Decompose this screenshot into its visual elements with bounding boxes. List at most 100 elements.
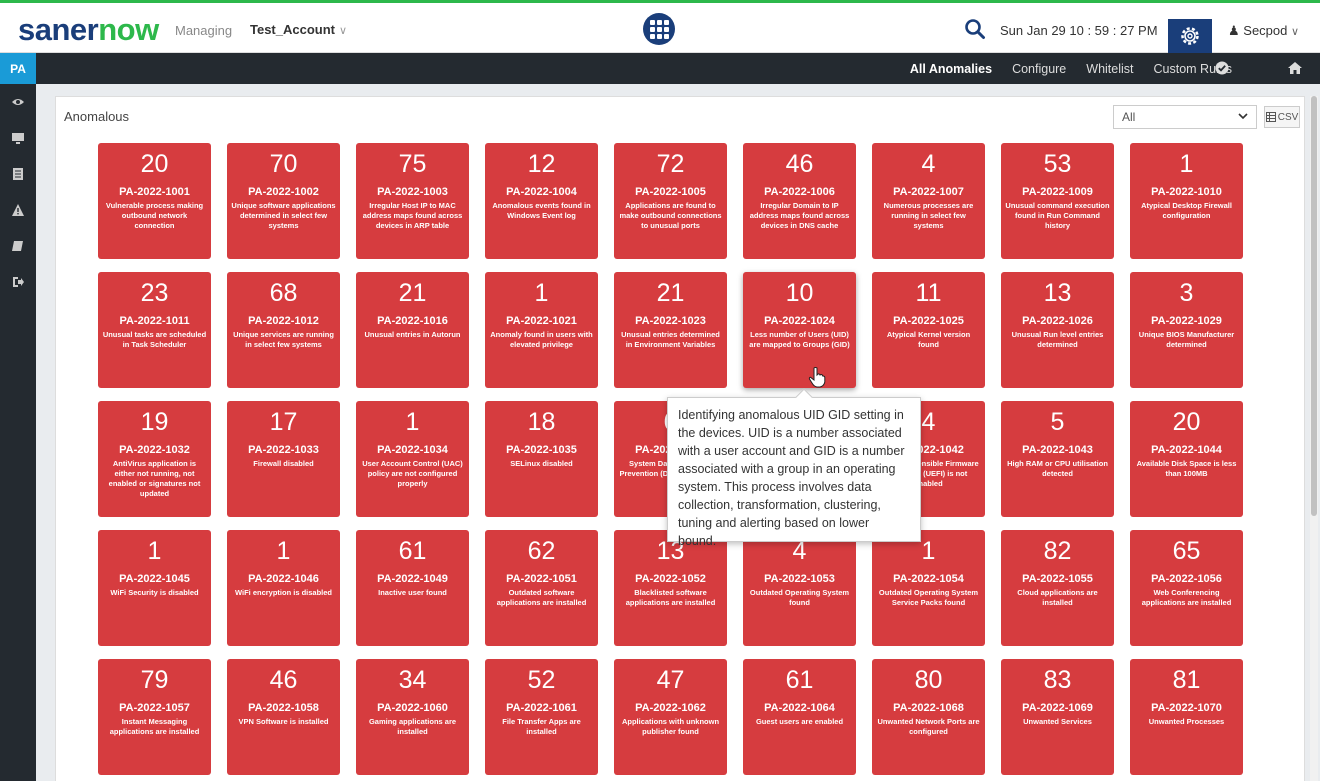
anomaly-code: PA-2022-1006 bbox=[764, 186, 835, 198]
saner-now-logo[interactable]: sanernow bbox=[18, 12, 159, 48]
anomaly-description: Atypical Kernel version found bbox=[886, 330, 971, 349]
page-scrollbar[interactable] bbox=[1310, 96, 1318, 781]
anomaly-code: PA-2022-1068 bbox=[893, 702, 964, 714]
anomaly-tile[interactable]: 20 PA-2022-1044 Available Disk Space is le… bbox=[1130, 401, 1243, 517]
user-menu[interactable]: ♟ Secpod ∨ bbox=[1228, 23, 1299, 39]
sidebar-item-docs[interactable] bbox=[0, 228, 36, 264]
anomaly-tile[interactable]: 83 PA-2022-1069 Unwanted Services bbox=[1001, 659, 1114, 775]
filter-value: All bbox=[1122, 110, 1136, 124]
anomaly-count: 75 bbox=[398, 150, 427, 178]
anomaly-tile[interactable]: 68 PA-2022-1012 Unique services are runnin… bbox=[227, 272, 340, 388]
chevron-down-icon: ∨ bbox=[1291, 26, 1300, 38]
anomaly-description: Outdated Operating System Service Packs … bbox=[878, 588, 979, 607]
anomaly-code: PA-2022-1012 bbox=[248, 315, 319, 327]
anomaly-tile[interactable]: 1 PA-2022-1010 Atypical Desktop Firewall c… bbox=[1130, 143, 1243, 259]
anomaly-description: Irregular Host IP to MAC address maps fo… bbox=[362, 201, 463, 230]
home-icon[interactable] bbox=[1287, 60, 1303, 76]
anomaly-tile[interactable]: 65 PA-2022-1056 Web Conferencing applicati… bbox=[1130, 530, 1243, 646]
sidebar-item-devices[interactable] bbox=[0, 120, 36, 156]
sidebar-item-logout[interactable] bbox=[0, 264, 36, 300]
account-selector[interactable]: Test_Account ∨ bbox=[250, 22, 347, 37]
anomaly-description: Unique BIOS Manufacturer determined bbox=[1138, 330, 1235, 349]
anomaly-description: Unusual tasks are scheduled in Task Sche… bbox=[102, 330, 207, 349]
anomaly-code: PA-2022-1024 bbox=[764, 315, 835, 327]
anomaly-count: 61 bbox=[785, 666, 814, 694]
anomaly-tile[interactable]: 75 PA-2022-1003 Irregular Host IP to MAC a… bbox=[356, 143, 469, 259]
anomaly-tile[interactable]: 4 PA-2022-1053 Outdated Operating System f… bbox=[743, 530, 856, 646]
report-icon bbox=[13, 168, 23, 180]
anomaly-description: Outdated software applications are insta… bbox=[496, 588, 587, 607]
anomaly-tile[interactable]: 21 PA-2022-1016 Unusual entries in Autorun bbox=[356, 272, 469, 388]
anomaly-description: WiFi encryption is disabled bbox=[234, 588, 333, 597]
module-badge[interactable]: PA bbox=[0, 53, 36, 84]
search-icon[interactable] bbox=[964, 18, 986, 40]
logo-text-saner: saner bbox=[18, 12, 99, 47]
anomaly-count: 47 bbox=[656, 666, 685, 694]
anomaly-tile[interactable]: 46 PA-2022-1058 VPN Software is installed bbox=[227, 659, 340, 775]
scrollbar-thumb[interactable] bbox=[1311, 96, 1317, 516]
settings-button[interactable] bbox=[1168, 19, 1212, 53]
anomaly-tile[interactable]: 1 PA-2022-1054 Outdated Operating System S… bbox=[872, 530, 985, 646]
anomaly-tile[interactable]: 3 PA-2022-1029 Unique BIOS Manufacturer de… bbox=[1130, 272, 1243, 388]
anomaly-description: Cloud applications are installed bbox=[1017, 588, 1098, 607]
anomaly-tile[interactable]: 1 PA-2022-1045 WiFi Security is disabled bbox=[98, 530, 211, 646]
csv-export-button[interactable]: CSV bbox=[1264, 106, 1300, 128]
anomaly-tile[interactable]: 34 PA-2022-1060 Gaming applications are in… bbox=[356, 659, 469, 775]
tooltip-text: Identifying anomalous UID GID setting in… bbox=[678, 408, 905, 548]
panel-title: Anomalous bbox=[64, 109, 130, 124]
anomaly-code: PA-2022-1064 bbox=[764, 702, 835, 714]
anomaly-tile[interactable]: 11 PA-2022-1025 Atypical Kernel version fo… bbox=[872, 272, 985, 388]
anomaly-code: PA-2022-1009 bbox=[1022, 186, 1093, 198]
anomaly-count: 3 bbox=[1179, 279, 1194, 307]
anomaly-description: Vulnerable process making outbound netwo… bbox=[105, 201, 204, 230]
anomaly-tile[interactable]: 4 PA-2022-1007 Numerous processes are runn… bbox=[872, 143, 985, 259]
anomaly-code: PA-2022-1011 bbox=[119, 315, 190, 327]
anomaly-tile[interactable]: 18 PA-2022-1035 SELinux disabled bbox=[485, 401, 598, 517]
app-grid-button[interactable] bbox=[643, 13, 675, 45]
anomaly-tile[interactable]: 5 PA-2022-1043 High RAM or CPU utilisation… bbox=[1001, 401, 1114, 517]
anomaly-description: Inactive user found bbox=[378, 588, 447, 597]
anomaly-tile[interactable]: 1 PA-2022-1021 Anomaly found in users with… bbox=[485, 272, 598, 388]
anomaly-tile[interactable]: 46 PA-2022-1006 Irregular Domain to IP add… bbox=[743, 143, 856, 259]
sidebar-item-reports[interactable] bbox=[0, 156, 36, 192]
check-circle-icon[interactable] bbox=[1215, 61, 1229, 75]
anomaly-description: VPN Software is installed bbox=[238, 717, 329, 726]
anomaly-code: PA-2022-1034 bbox=[377, 444, 448, 456]
nav-configure[interactable]: Configure bbox=[1012, 62, 1066, 76]
anomaly-tile[interactable]: 13 PA-2022-1026 Unusual Run level entries … bbox=[1001, 272, 1114, 388]
account-name: Test_Account bbox=[250, 22, 335, 37]
anomaly-tile[interactable]: 21 PA-2022-1023 Unusual entries determined… bbox=[614, 272, 727, 388]
anomaly-count: 72 bbox=[656, 150, 685, 178]
anomaly-tile[interactable]: 53 PA-2022-1009 Unusual command execution … bbox=[1001, 143, 1114, 259]
anomaly-tile[interactable]: 79 PA-2022-1057 Instant Messaging applicat… bbox=[98, 659, 211, 775]
anomaly-description: Unusual Run level entries determined bbox=[1011, 330, 1104, 349]
anomaly-tile[interactable]: 47 PA-2022-1062 Applications with unknown … bbox=[614, 659, 727, 775]
anomaly-tile[interactable]: 1 PA-2022-1046 WiFi encryption is disabled bbox=[227, 530, 340, 646]
anomaly-tile[interactable]: 1 PA-2022-1034 User Account Control (UAC) … bbox=[356, 401, 469, 517]
anomaly-tile[interactable]: 62 PA-2022-1051 Outdated software applicat… bbox=[485, 530, 598, 646]
anomaly-tile[interactable]: 12 PA-2022-1004 Anomalous events found in … bbox=[485, 143, 598, 259]
anomaly-tile[interactable]: 81 PA-2022-1070 Unwanted Processes bbox=[1130, 659, 1243, 775]
anomaly-tile[interactable]: 10 PA-2022-1024 Less number of Users (UID)… bbox=[743, 272, 856, 388]
anomaly-tile[interactable]: 61 PA-2022-1064 Guest users are enabled bbox=[743, 659, 856, 775]
anomaly-tile[interactable]: 19 PA-2022-1032 AntiVirus application is e… bbox=[98, 401, 211, 517]
anomaly-tile[interactable]: 72 PA-2022-1005 Applications are found to … bbox=[614, 143, 727, 259]
nav-whitelist[interactable]: Whitelist bbox=[1086, 62, 1133, 76]
nav-all-anomalies[interactable]: All Anomalies bbox=[910, 62, 992, 76]
monitor-icon bbox=[12, 133, 24, 144]
anomaly-tile[interactable]: 52 PA-2022-1061 File Transfer Apps are ins… bbox=[485, 659, 598, 775]
anomaly-tile[interactable]: 17 PA-2022-1033 Firewall disabled bbox=[227, 401, 340, 517]
anomaly-tile[interactable]: 23 PA-2022-1011 Unusual tasks are schedule… bbox=[98, 272, 211, 388]
left-sidebar bbox=[0, 84, 36, 781]
sidebar-item-view[interactable] bbox=[0, 84, 36, 120]
anomaly-code: PA-2022-1025 bbox=[893, 315, 964, 327]
sidebar-item-alerts[interactable] bbox=[0, 192, 36, 228]
anomaly-count: 1 bbox=[534, 279, 549, 307]
anomaly-tile[interactable]: 20 PA-2022-1001 Vulnerable process making … bbox=[98, 143, 211, 259]
anomaly-tile[interactable]: 61 PA-2022-1049 Inactive user found bbox=[356, 530, 469, 646]
anomaly-tile[interactable]: 82 PA-2022-1055 Cloud applications are ins… bbox=[1001, 530, 1114, 646]
anomaly-filter-select[interactable]: All bbox=[1113, 105, 1257, 129]
anomaly-count: 80 bbox=[914, 666, 943, 694]
anomaly-tile[interactable]: 70 PA-2022-1002 Unique software applicatio… bbox=[227, 143, 340, 259]
anomaly-tile[interactable]: 80 PA-2022-1068 Unwanted Network Ports are… bbox=[872, 659, 985, 775]
